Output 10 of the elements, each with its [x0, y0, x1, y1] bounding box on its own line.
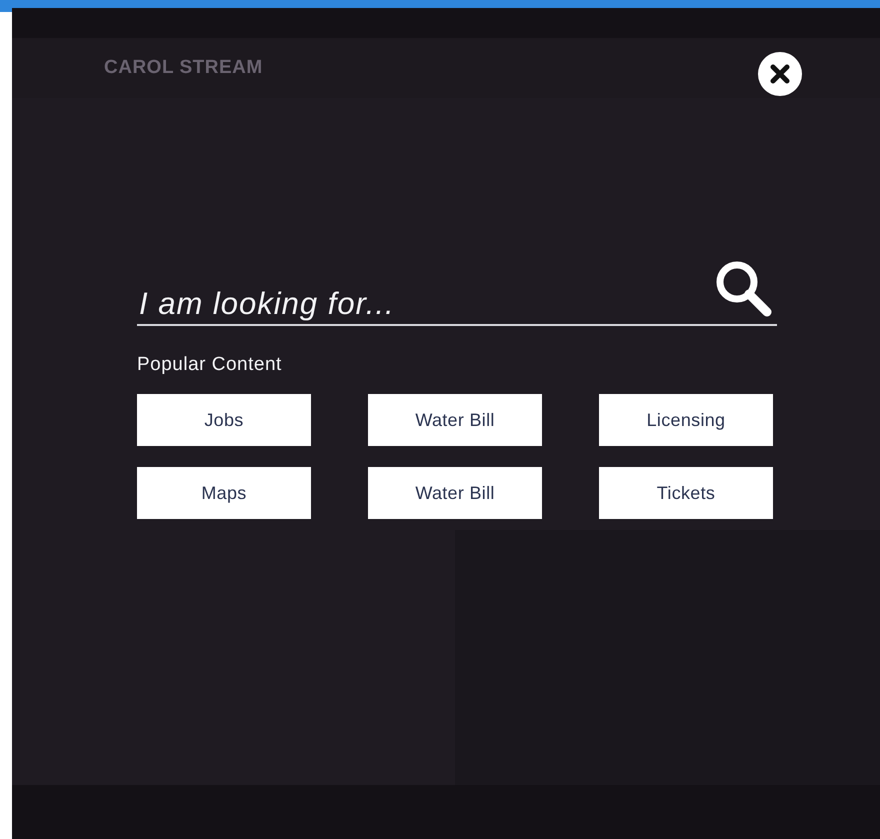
site-logo: CAROL STREAM — [104, 57, 263, 79]
close-icon — [770, 64, 790, 84]
search-field[interactable]: I am looking for... — [137, 286, 713, 322]
popular-link[interactable]: Water Bill — [368, 467, 542, 519]
popular-link[interactable]: Maps — [137, 467, 311, 519]
popular-link[interactable]: Tickets — [599, 467, 773, 519]
popular-link[interactable]: Licensing — [599, 394, 773, 446]
popular-link[interactable]: Jobs — [137, 394, 311, 446]
popular-link[interactable]: Water Bill — [368, 394, 542, 446]
section-heading: Popular Content — [137, 354, 283, 376]
